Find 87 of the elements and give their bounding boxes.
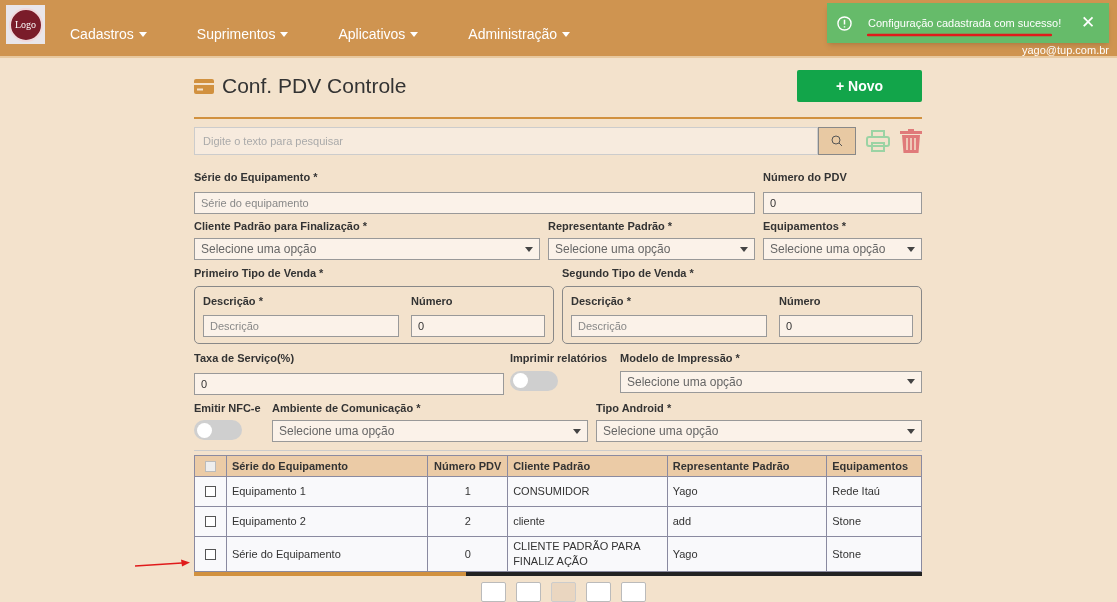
table-cell: add [672,514,692,529]
caret-icon [410,32,419,37]
input-field[interactable]: Descrição [203,315,399,337]
printer-icon [866,130,890,152]
input-field[interactable]: 0 [779,315,913,337]
caret-icon [138,32,147,37]
table-cell: Stone [832,546,861,562]
field-label: Descrição * [203,293,264,309]
input-field[interactable]: 0 [194,372,504,395]
select-field[interactable]: Selecione uma opção [272,420,588,442]
select-all-checkbox[interactable] [204,460,216,472]
toast-message: Configuração cadastrada com sucesso! [868,15,1062,31]
table-cell: Série do Equipamento [231,546,341,562]
table-cell: CONSUMIDOR [513,484,590,499]
delete-button[interactable] [900,129,922,153]
toggle-switch[interactable] [194,420,242,440]
new-button[interactable]: + Novo [797,70,922,102]
field-label: Cliente Padrão para Finalização * [194,218,368,234]
page-button[interactable] [585,582,611,602]
column-header: Número PDV [428,456,509,476]
search-icon [831,135,844,147]
page-button[interactable] [480,582,506,602]
table-cell: Rede Itaú [832,484,880,499]
select-field[interactable]: Selecione uma opção [763,238,922,260]
field-label: Taxa de Serviço(%) [194,351,296,366]
caret-icon [907,246,915,252]
select-field[interactable]: Selecione uma opção [620,370,922,393]
field-label: Descrição * [571,293,632,309]
input-field[interactable]: 0 [411,315,545,337]
table-cell: Yago [672,484,698,499]
row-checkbox[interactable] [204,486,216,497]
input-field[interactable]: Série do equipamento [194,191,755,214]
caret-icon [907,379,915,384]
caret-icon [280,32,289,37]
column-header: Representante Padrão [667,456,828,476]
table-cell-text: CLIENTE PADRÃO PARA FINALIZ AÇÃO [513,539,642,569]
caret-icon [573,428,581,434]
field-label: Número [411,293,454,309]
select-field[interactable]: Selecione uma opção [194,238,540,260]
field-label: Número [779,293,822,309]
logo[interactable]: Logo [6,5,45,44]
field-label: Série do Equipamento * [194,170,319,185]
field-label: Representante Padrão * [548,218,674,234]
page-title: Conf. PDV Controle [222,73,407,100]
table-cell: Yago [672,546,698,562]
field-label: Segundo Tipo de Venda * [562,266,695,281]
row-checkbox[interactable] [204,548,216,560]
arrow-annotation [134,559,190,569]
row-checkbox[interactable] [204,516,216,527]
card-icon [194,78,214,94]
field-label: Emitir NFC-e [194,400,262,416]
column-header: Equipamentos [831,458,910,474]
caret-icon [907,428,915,434]
field-label: Primeiro Tipo de Venda * [194,266,325,281]
table-cell: 1 [464,484,471,499]
table-cell: Stone [832,514,861,529]
column-header: Série do Equipamento [226,456,429,476]
caret-icon [562,32,571,37]
caret-icon [740,246,748,252]
user-email: yago@tup.com.br [1022,43,1109,58]
print-button[interactable] [866,130,890,152]
table-cell: 0 [464,546,471,562]
horizontal-scrollbar[interactable] [194,572,922,576]
search-button[interactable] [818,127,856,155]
select-field[interactable]: Selecione uma opção [548,238,755,260]
input-field[interactable]: Descrição [571,315,767,337]
page-button[interactable] [515,582,541,602]
search-field[interactable]: Digite o texto para pesquisar [194,127,819,155]
field-label: Tipo Android * [596,400,673,416]
field-label: Modelo de Impressão * [620,351,741,366]
select-field[interactable]: Selecione uma opção [596,420,922,442]
field-label: Ambiente de Comunicação * [272,400,422,416]
table-cell: cliente [513,514,545,529]
trash-icon [900,129,922,153]
table-cell: 2 [464,514,471,529]
alert-icon [837,15,852,31]
table-cell: Equipamento 2 [231,514,306,529]
field-label: Número do PDV [763,170,848,185]
field-label: Equipamentos * [763,218,848,234]
table-cell: Equipamento 1 [231,484,306,499]
toggle-switch[interactable] [510,370,558,391]
caret-icon [525,246,533,252]
page-button[interactable] [620,582,646,602]
column-header: Cliente Padrão [508,456,668,476]
input-field[interactable]: 0 [763,191,922,214]
page-button[interactable] [550,582,576,602]
field-label: Imprimir relatórios [510,351,609,366]
